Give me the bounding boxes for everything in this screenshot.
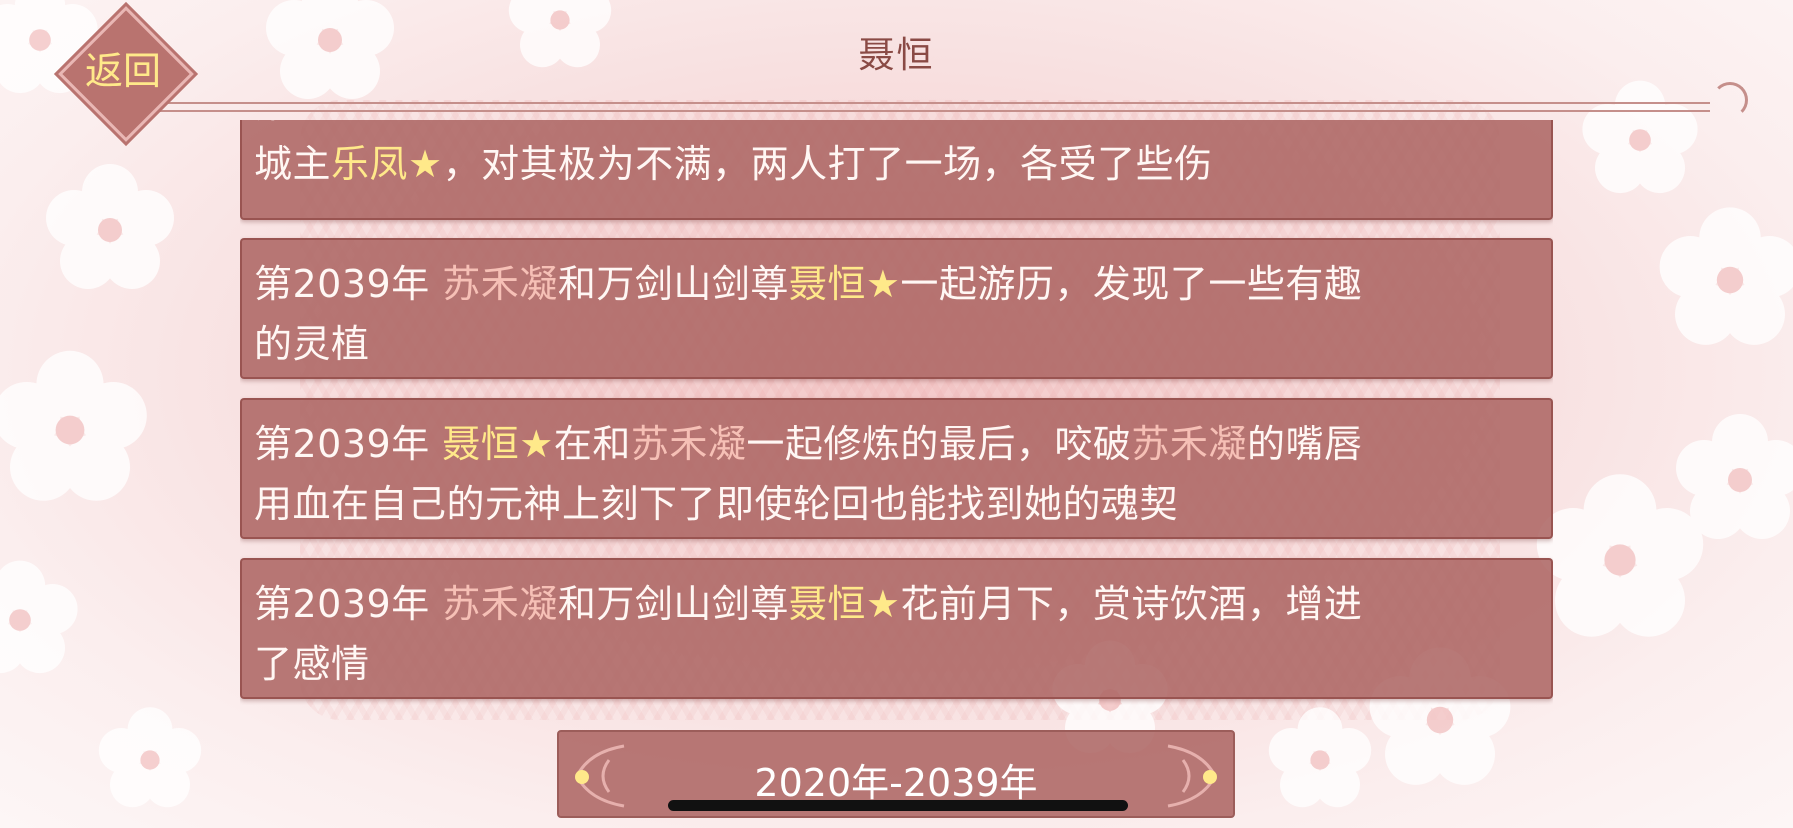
highlighted-name: … <box>293 120 332 126</box>
event-card: 第2039年 苏禾凝和万剑山剑尊聂恒★一起游历，发现了一些有趣 的灵植 <box>240 238 1553 379</box>
event-text: 一起修炼的最后，咬破 <box>746 422 1132 466</box>
event-text: 的灵植 <box>254 322 370 366</box>
highlighted-name: 苏禾凝 <box>1131 422 1247 466</box>
event-text: 了感情 <box>254 642 370 686</box>
event-text: 花前月下，赏诗饮酒，增进 <box>900 582 1363 626</box>
event-text: 和万剑山剑尊 <box>557 582 789 626</box>
highlighted-name: 聂恒★ <box>442 422 554 466</box>
event-line-1: 第2039年 苏禾凝和万剑山剑尊聂恒★一起游历，发现了一些有趣 <box>254 254 1539 314</box>
event-card: 第… 城主乐凤★，对其极为不满，两人打了一场，各受了些伤 <box>240 120 1553 220</box>
event-line-1: 第… <box>254 120 1539 134</box>
next-range-button[interactable] <box>1163 742 1223 810</box>
highlighted-name: 聂恒★ <box>788 262 901 306</box>
divider-ornament-icon <box>1712 82 1748 118</box>
event-text: 用血在自己的元神上刻下了即使轮回也能找到她的魂契 <box>254 482 1179 526</box>
event-line-2: 用血在自己的元神上刻下了即使轮回也能找到她的魂契 <box>254 474 1539 534</box>
event-text: 和万剑山剑尊 <box>557 262 789 306</box>
event-line-1: 第2039年 苏禾凝和万剑山剑尊聂恒★花前月下，赏诗饮酒，增进 <box>254 574 1539 634</box>
event-text: 在和 <box>553 422 631 466</box>
event-line-2: 城主乐凤★，对其极为不满，两人打了一场，各受了些伤 <box>254 134 1539 194</box>
home-indicator[interactable] <box>668 800 1128 811</box>
event-line-1: 第2039年 聂恒★在和苏禾凝一起修炼的最后，咬破苏禾凝的嘴唇 <box>254 414 1539 474</box>
page-title: 聂恒 <box>858 35 935 76</box>
event-card: 第2039年 苏禾凝和万剑山剑尊聂恒★花前月下，赏诗饮酒，增进 了感情 <box>240 558 1553 699</box>
event-text: 第2039年 <box>254 262 443 306</box>
event-text: 第2039年 <box>254 582 443 626</box>
event-line-2: 了感情 <box>254 634 1539 694</box>
highlighted-name: 苏禾凝 <box>442 582 558 626</box>
event-text: 的嘴唇 <box>1246 422 1363 466</box>
event-text: 第2039年 <box>254 422 443 466</box>
event-text: 第 <box>254 120 293 126</box>
event-card: 第2039年 聂恒★在和苏禾凝一起修炼的最后，咬破苏禾凝的嘴唇 用血在自己的元神… <box>240 398 1553 539</box>
highlighted-name: 聂恒★ <box>788 582 901 626</box>
highlighted-name: 乐凤★ <box>331 142 443 186</box>
event-list[interactable]: 第… 城主乐凤★，对其极为不满，两人打了一场，各受了些伤 第2039年 苏禾凝和… <box>240 120 1553 705</box>
year-range-label: 2020年-2039年 <box>754 761 1038 805</box>
event-text: 城主 <box>254 142 332 186</box>
highlighted-name: 苏禾凝 <box>442 262 558 306</box>
ornament-dot-icon <box>1203 770 1217 784</box>
event-line-2: 的灵植 <box>254 314 1539 374</box>
event-text: 一起游历，发现了一些有趣 <box>900 262 1363 306</box>
header-divider <box>150 102 1710 112</box>
highlighted-name: 苏禾凝 <box>630 422 747 466</box>
event-text: ，对其极为不满，两人打了一场，各受了些伤 <box>442 142 1213 186</box>
